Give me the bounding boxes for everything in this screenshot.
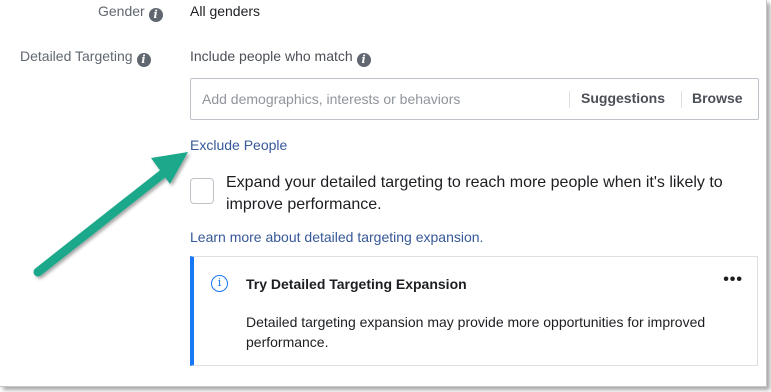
annotation-arrow bbox=[33, 152, 188, 277]
annotation-arrow-shape bbox=[33, 152, 188, 277]
targeting-panel: Gender i All genders Detailed Targeting … bbox=[0, 0, 767, 387]
